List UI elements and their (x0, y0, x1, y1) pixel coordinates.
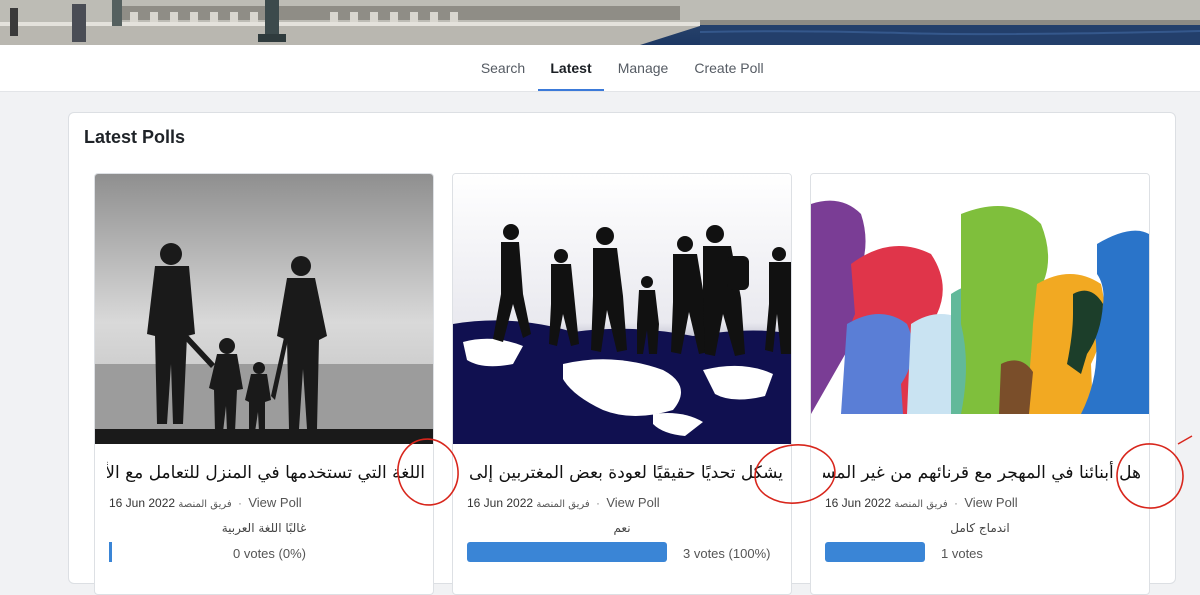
poll-title[interactable]: يشكل تحديًا حقيقيًا لعودة بعض المغتربين … (465, 456, 783, 490)
hero-banner (0, 0, 1200, 45)
poll-meta: 16 Jun 2022 فريق المنصة · View Poll (109, 495, 302, 510)
family-silhouette-image[interactable] (95, 174, 433, 444)
poll-card: اللغة التي تستخدمها في المنزل للتعامل مع… (94, 173, 434, 595)
nav-tab-latest[interactable]: Latest (538, 45, 604, 91)
colorful-profiles-image[interactable] (811, 174, 1149, 444)
poll-result-bar (825, 542, 925, 562)
poll-title[interactable]: اللغة التي تستخدمها في المنزل للتعامل مع… (107, 456, 425, 490)
meta-separator: · (238, 496, 243, 510)
poll-author: فريق المنصة (536, 499, 590, 510)
latest-polls-panel: Latest Polls اللغة التي تستخدمها في المن… (68, 112, 1176, 595)
poll-result-bar (109, 542, 112, 562)
poll-meta: 16 Jun 2022 فريق المنصة · View Poll (825, 495, 1018, 510)
top-nav: Search Latest Manage Create Poll (0, 45, 1200, 92)
nav-tab-manage[interactable]: Manage (612, 45, 674, 91)
view-poll-link[interactable]: View Poll (964, 495, 1017, 510)
poll-result-bar (467, 542, 667, 562)
poll-card: هل أبنائنا في المهجر مع قرنائهم من غير ا… (810, 173, 1150, 595)
poll-date: 16 Jun 2022 (825, 496, 892, 510)
poll-result-fill (109, 542, 112, 562)
poll-option-label: اندماج كامل (950, 521, 1010, 535)
annotation-tick (1177, 435, 1193, 445)
poll-author: فريق المنصة (178, 499, 232, 510)
poll-result-fill (825, 542, 925, 562)
nav-tab-search[interactable]: Search (474, 45, 532, 91)
view-poll-link[interactable]: View Poll (606, 495, 659, 510)
view-poll-link[interactable]: View Poll (248, 495, 301, 510)
poll-option-label: نعم (613, 521, 631, 535)
poll-result-fill (467, 542, 667, 562)
meta-separator: · (954, 496, 959, 510)
migrants-map-image[interactable] (453, 174, 791, 444)
poll-author: فريق المنصة (894, 499, 948, 510)
poll-meta: 16 Jun 2022 فريق المنصة · View Poll (467, 495, 660, 510)
nav-tab-create-poll[interactable]: Create Poll (688, 45, 770, 91)
panel-title: Latest Polls (84, 127, 186, 147)
poll-date: 16 Jun 2022 (467, 496, 534, 510)
poll-title[interactable]: هل أبنائنا في المهجر مع قرنائهم من غير ا… (823, 456, 1141, 490)
poll-option-label: غالبًا اللغة العربية (221, 521, 307, 535)
poll-card: يشكل تحديًا حقيقيًا لعودة بعض المغتربين … (452, 173, 792, 595)
meta-separator: · (596, 496, 601, 510)
poll-date: 16 Jun 2022 (109, 496, 176, 510)
